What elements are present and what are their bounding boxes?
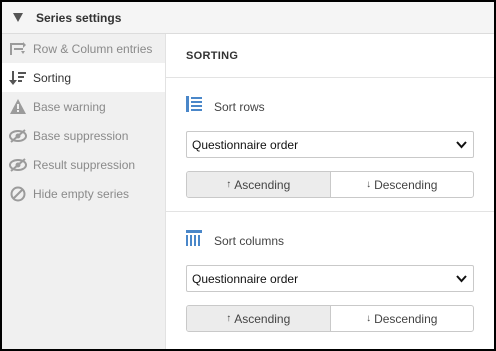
sort-rows-descending-button[interactable]: ↓ Descending bbox=[329, 172, 474, 197]
triangle-down-icon[interactable] bbox=[11, 11, 25, 25]
sidebar-item-hide-empty-series[interactable]: Hide empty series bbox=[2, 179, 165, 208]
descending-label: Descending bbox=[374, 177, 438, 192]
sidebar: Row & Column entries Sorting Base warnin… bbox=[2, 34, 165, 349]
sort-rows-select[interactable]: Questionnaire order bbox=[186, 131, 474, 158]
sort-columns-label: Sort columns bbox=[214, 233, 285, 248]
sidebar-item-result-suppression[interactable]: Result suppression bbox=[2, 150, 165, 179]
eye-slash-icon bbox=[9, 156, 27, 174]
sort-columns-ascending-button[interactable]: ↑ Ascending bbox=[187, 306, 330, 331]
sort-columns-direction-toggle: ↑ Ascending ↓ Descending bbox=[186, 305, 474, 332]
chevron-down-icon bbox=[455, 139, 467, 151]
sidebar-item-label: Base warning bbox=[33, 99, 106, 114]
sidebar-item-base-suppression[interactable]: Base suppression bbox=[2, 121, 165, 150]
columns-grid-icon bbox=[186, 230, 202, 251]
ban-icon bbox=[9, 185, 27, 203]
sort-columns-descending-button[interactable]: ↓ Descending bbox=[329, 306, 474, 331]
sort-icon bbox=[9, 69, 27, 87]
series-settings-header[interactable]: Series settings bbox=[2, 2, 494, 34]
sidebar-item-label: Base suppression bbox=[33, 128, 129, 143]
arrow-down-icon: ↓ bbox=[366, 179, 372, 190]
row-column-icon bbox=[9, 40, 27, 58]
descending-label: Descending bbox=[374, 311, 438, 326]
sidebar-item-label: Row & Column entries bbox=[33, 41, 153, 56]
sort-rows-heading: Sort rows bbox=[186, 96, 265, 117]
sort-columns-select-value: Questionnaire order bbox=[192, 271, 299, 286]
arrow-up-icon: ↑ bbox=[226, 313, 232, 324]
chevron-down-icon bbox=[455, 273, 467, 285]
arrow-down-icon: ↓ bbox=[366, 313, 372, 324]
rows-list-icon bbox=[186, 96, 202, 117]
sort-rows-label: Sort rows bbox=[214, 99, 265, 114]
arrow-up-icon: ↑ bbox=[226, 179, 232, 190]
sidebar-item-row-column-entries[interactable]: Row & Column entries bbox=[2, 34, 165, 63]
eye-slash-icon bbox=[9, 127, 27, 145]
sort-rows-direction-toggle: ↑ Ascending ↓ Descending bbox=[186, 171, 474, 198]
sort-columns-heading: Sort columns bbox=[186, 230, 284, 251]
ascending-label: Ascending bbox=[234, 311, 291, 326]
sort-rows-select-value: Questionnaire order bbox=[192, 137, 299, 152]
sidebar-item-label: Result suppression bbox=[33, 157, 136, 172]
sorting-panel: SORTING Sort rows Questionnaire order ↑ … bbox=[165, 34, 494, 349]
sidebar-item-base-warning[interactable]: Base warning bbox=[2, 92, 165, 121]
sidebar-item-sorting[interactable]: Sorting bbox=[2, 63, 165, 92]
divider bbox=[166, 211, 494, 212]
ascending-label: Ascending bbox=[234, 177, 291, 192]
warning-icon bbox=[9, 98, 27, 116]
section-title: SORTING bbox=[186, 50, 239, 62]
sidebar-item-label: Sorting bbox=[33, 70, 72, 85]
sort-rows-ascending-button[interactable]: ↑ Ascending bbox=[187, 172, 330, 197]
divider bbox=[166, 77, 494, 78]
sort-columns-select[interactable]: Questionnaire order bbox=[186, 265, 474, 292]
settings-window: Series settings Row & Column entries Sor… bbox=[0, 0, 496, 351]
sidebar-item-label: Hide empty series bbox=[33, 186, 130, 201]
panel-title: Series settings bbox=[36, 10, 122, 25]
